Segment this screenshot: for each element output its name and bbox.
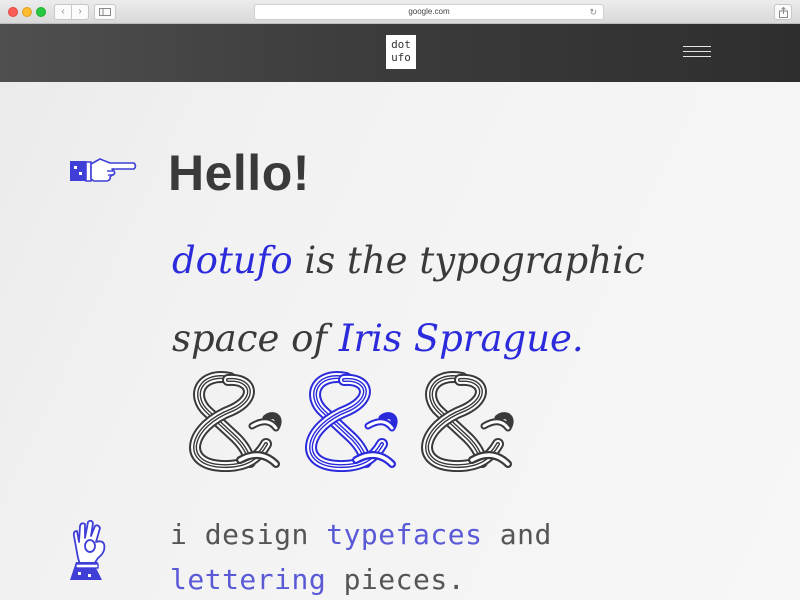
tagline-period: . [571,317,584,360]
tagline-text-2: space of [172,317,339,360]
intro-text-1: i design [170,518,327,551]
logo-line-2: ufo [391,51,411,64]
logo-line-1: dot [391,38,411,51]
tagline-author-link[interactable]: Iris Sprague [339,317,572,360]
share-icon [779,7,788,18]
sidebar-icon [99,8,111,16]
lettering-link[interactable]: lettering [170,563,326,596]
ampersand-illustration [170,368,515,472]
address-bar[interactable]: google.com ↻ [254,4,604,20]
greeting-heading: Hello! [168,145,310,201]
pointing-hand-icon [70,158,137,182]
url-text: google.com [408,7,450,16]
site-header: dot ufo [0,24,800,82]
ampersand-icon [427,377,510,466]
share-button[interactable] [774,4,792,20]
intro-text-3: pieces. [326,563,466,596]
ampersand-icon [311,377,394,466]
site-logo[interactable]: dot ufo [386,35,416,69]
tagline-text-1: is the typographic [292,239,645,282]
tagline-brand-link[interactable]: dotufo [172,239,293,282]
ampersand-icon [195,377,278,466]
forward-button[interactable]: › [71,4,89,20]
ok-hand-icon [70,519,106,580]
typefaces-link[interactable]: typefaces [326,518,482,551]
zoom-window-button[interactable] [36,7,46,17]
intro-text-2: and [482,518,552,551]
tagline: dotufo is the typographic space of Iris … [172,222,772,378]
back-button[interactable]: ‹ [54,4,72,20]
sidebar-toggle-button[interactable] [94,4,116,20]
close-window-button[interactable] [8,7,18,17]
minimize-window-button[interactable] [22,7,32,17]
menu-icon[interactable] [683,46,711,60]
reload-icon[interactable]: ↻ [589,5,597,19]
intro-text: i design typefaces and lettering pieces. [170,512,552,600]
main-content: Hello! dotufo is the typographic space o… [0,82,800,600]
browser-toolbar: ‹ › google.com ↻ [0,0,800,24]
